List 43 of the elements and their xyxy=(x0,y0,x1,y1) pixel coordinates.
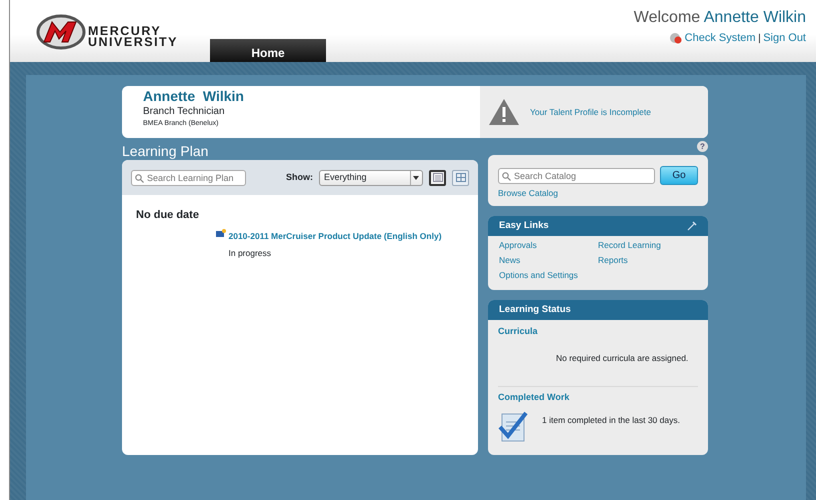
search-icon xyxy=(502,172,511,180)
catalog-search-field[interactable]: Search Catalog xyxy=(498,168,655,184)
logo-text: MERCURY UNIVERSITY xyxy=(88,26,178,48)
checked-document-icon xyxy=(498,410,528,442)
profile-alert-link[interactable]: Your Talent Profile is Incomplete xyxy=(530,106,651,118)
easy-link[interactable]: Record Learning xyxy=(598,239,697,252)
browse-catalog-link[interactable]: Browse Catalog xyxy=(498,187,558,200)
help-button[interactable]: ? xyxy=(697,141,708,152)
panel-title: Easy Links xyxy=(499,218,549,233)
easy-link[interactable]: Options and Settings xyxy=(499,268,598,282)
section-heading: Completed Work xyxy=(498,390,570,404)
group-heading: No due date xyxy=(136,208,200,223)
link-separator: | xyxy=(758,32,761,46)
job-title: Branch Technician xyxy=(143,105,226,119)
easy-link[interactable]: News xyxy=(499,254,598,266)
caret-icon xyxy=(410,170,422,184)
course-icon xyxy=(216,228,226,238)
easy-link[interactable]: Approvals xyxy=(499,239,598,252)
wrench-icon[interactable] xyxy=(687,221,697,231)
status-text: No required curricula are assigned. xyxy=(556,352,688,364)
logo-emblem-icon xyxy=(36,14,86,50)
course-status: In progress xyxy=(228,246,272,260)
course-link[interactable]: 2010-2011 MerCruiser Product Update (English Only) xyxy=(228,230,442,240)
show-label: Show: xyxy=(286,170,313,184)
user-name: Annette Wilkin xyxy=(143,89,245,104)
welcome-text: Welcome Annette Wilkin xyxy=(634,8,806,28)
header-link[interactable]: Check System xyxy=(684,30,756,46)
nav-tab[interactable]: Home xyxy=(210,39,326,62)
grid-view-icon xyxy=(456,173,466,182)
search-field[interactable]: Search Learning Plan xyxy=(131,170,246,186)
list-view-button[interactable] xyxy=(429,170,446,186)
search-icon xyxy=(135,174,144,182)
status-text: 1 item completed in the last 30 days. xyxy=(542,414,680,427)
go-button[interactable]: Go xyxy=(660,166,698,185)
warning-icon xyxy=(488,98,520,126)
panel-title: Learning Status xyxy=(499,303,571,318)
list-view-icon xyxy=(432,173,442,182)
section-heading: Curricula xyxy=(498,325,539,338)
header-link[interactable]: Sign Out xyxy=(763,30,806,46)
grid-view-button[interactable] xyxy=(452,170,469,186)
easy-link[interactable]: Reports xyxy=(598,254,697,266)
show-dropdown[interactable]: Everything xyxy=(319,170,423,186)
section-title: Learning Plan xyxy=(122,142,210,160)
